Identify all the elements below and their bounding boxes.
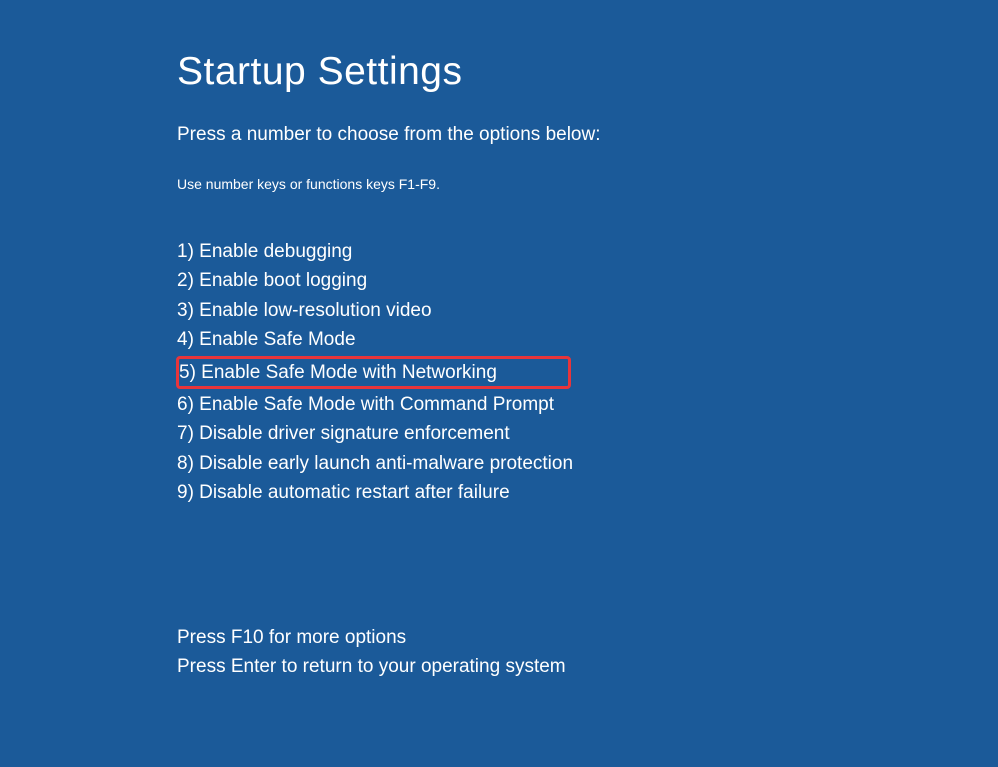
option-enable-safe-mode[interactable]: 4) Enable Safe Mode <box>177 325 998 354</box>
footer-instructions: Press F10 for more options Press Enter t… <box>177 623 998 682</box>
option-disable-anti-malware[interactable]: 8) Disable early launch anti-malware pro… <box>177 449 998 478</box>
page-title: Startup Settings <box>177 50 998 94</box>
startup-settings-screen: Startup Settings Press a number to choos… <box>0 0 998 681</box>
keyboard-hint: Use number keys or functions keys F1-F9. <box>177 176 998 192</box>
option-enable-boot-logging[interactable]: 2) Enable boot logging <box>177 266 998 295</box>
return-os-hint: Press Enter to return to your operating … <box>177 652 998 681</box>
more-options-hint: Press F10 for more options <box>177 623 998 652</box>
option-disable-auto-restart[interactable]: 9) Disable automatic restart after failu… <box>177 478 998 507</box>
option-enable-low-resolution-video[interactable]: 3) Enable low-resolution video <box>177 296 998 325</box>
option-enable-safe-mode-command-prompt[interactable]: 6) Enable Safe Mode with Command Prompt <box>177 390 998 419</box>
option-enable-debugging[interactable]: 1) Enable debugging <box>177 237 998 266</box>
instruction-subtitle: Press a number to choose from the option… <box>177 124 998 146</box>
boot-options-list: 1) Enable debugging 2) Enable boot loggi… <box>177 237 998 508</box>
option-disable-driver-signature[interactable]: 7) Disable driver signature enforcement <box>177 419 998 448</box>
option-enable-safe-mode-networking[interactable]: 5) Enable Safe Mode with Networking <box>176 356 571 389</box>
